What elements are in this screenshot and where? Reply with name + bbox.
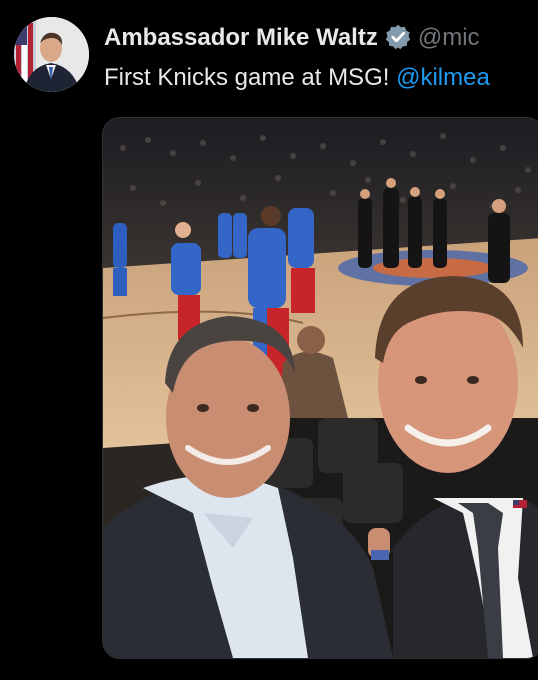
author-name[interactable]: Ambassador Mike Waltz <box>104 24 378 51</box>
avatar-image <box>14 17 89 92</box>
tweet-photo[interactable] <box>102 117 538 659</box>
tweet-text: First Knicks game at MSG! @kilmea <box>104 62 538 94</box>
mention-link[interactable]: @kilmea <box>396 64 490 91</box>
author-handle[interactable]: @mic <box>418 24 480 51</box>
tweet-text-body: First Knicks game at MSG! <box>104 64 397 91</box>
verified-badge-icon <box>385 24 411 50</box>
author-avatar[interactable] <box>14 17 89 92</box>
photo-image <box>103 118 538 658</box>
tweet-header: Ambassador Mike Waltz @mic <box>104 22 538 54</box>
